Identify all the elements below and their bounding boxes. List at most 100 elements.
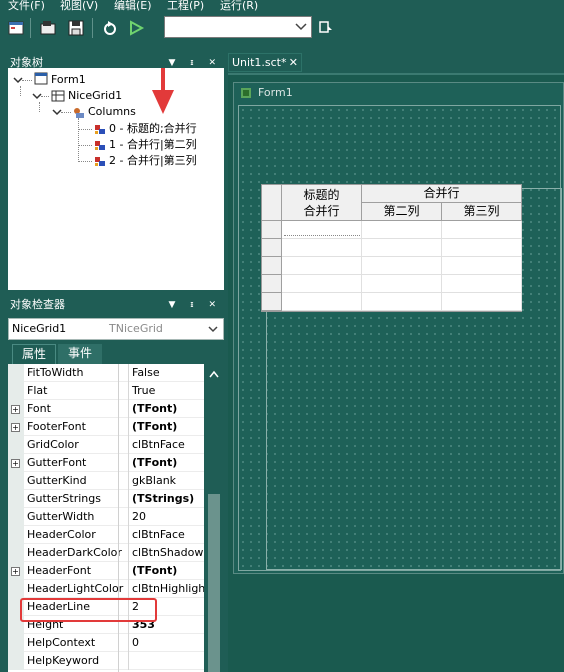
property-value[interactable]: clBtnFace — [128, 526, 204, 544]
grid-cell[interactable] — [362, 221, 442, 239]
grid-cell[interactable] — [362, 275, 442, 293]
property-row[interactable]: Flat True — [8, 382, 204, 400]
grid-cell[interactable] — [442, 257, 522, 275]
property-gutter — [8, 580, 24, 598]
property-value[interactable]: clBtnShadow — [128, 544, 204, 562]
property-name: HeaderLightColor — [27, 582, 124, 595]
grid-cell[interactable] — [442, 221, 522, 239]
save-button[interactable] — [66, 18, 86, 38]
close-icon[interactable]: ✕ — [289, 54, 298, 71]
form-window[interactable]: Form1 — [233, 82, 564, 574]
object-tree[interactable]: Form1 NiceGrid1 Columns 0 - 标题的;合并行 1 - … — [8, 68, 224, 290]
property-value[interactable]: True — [128, 382, 204, 400]
property-value[interactable]: 0 — [128, 634, 204, 652]
grid-header-cell[interactable]: 第三列 — [442, 203, 522, 221]
tree-node-column-1[interactable]: 1 - 合并行|第二列 — [109, 137, 197, 153]
object-inspector-header: 对象检查器 ▼ ᵻ ✕ — [6, 296, 224, 314]
object-inspector-title: 对象检查器 — [10, 298, 65, 311]
column-item-icon — [95, 125, 105, 134]
property-value[interactable] — [128, 652, 204, 670]
tree-node-column-2[interactable]: 2 - 合并行|第三列 — [109, 153, 197, 169]
property-row[interactable]: + FooterFont (TFont) — [8, 418, 204, 436]
property-value[interactable]: (TFont) — [128, 400, 204, 418]
property-row[interactable]: HelpKeyword — [8, 652, 204, 670]
grid-cell[interactable] — [282, 221, 362, 239]
tab-unit1[interactable]: Unit1.sct* ✕ — [228, 53, 302, 72]
grid-header-cell[interactable]: 标题的 合并行 — [282, 185, 362, 221]
property-row[interactable]: HeaderLightColor clBtnHighlight — [8, 580, 204, 598]
property-grid-scrollbar[interactable] — [204, 364, 224, 672]
menu-edit[interactable]: 编辑(E) — [114, 0, 152, 12]
tree-node-nicegrid1[interactable]: NiceGrid1 — [68, 88, 122, 104]
run-button[interactable] — [126, 18, 146, 38]
property-value[interactable]: (TFont) — [128, 418, 204, 436]
menu-project[interactable]: 工程(P) — [167, 0, 204, 12]
grid-cell[interactable] — [282, 239, 362, 257]
menu-run[interactable]: 运行(R) — [220, 0, 258, 12]
scrollbar-thumb[interactable] — [208, 494, 220, 672]
tree-node-column-0[interactable]: 0 - 标题的;合并行 — [109, 121, 197, 137]
property-row[interactable]: GutterStrings (TStrings) — [8, 490, 204, 508]
property-row[interactable]: GutterKind gkBlank — [8, 472, 204, 490]
grid-cell[interactable] — [362, 239, 442, 257]
tab-events[interactable]: 事件 — [58, 344, 102, 364]
tree-node-columns[interactable]: Columns — [88, 104, 136, 120]
property-name: GridColor — [27, 438, 79, 451]
panel-controls[interactable]: ▼ ᵻ ✕ — [168, 296, 222, 314]
grid-header-merged[interactable]: 合并行 — [362, 185, 522, 203]
property-row[interactable]: + GutterFont (TFont) — [8, 454, 204, 472]
component-type: TNiceGrid — [109, 322, 163, 335]
form-icon — [8, 21, 24, 35]
grid-cell[interactable] — [362, 293, 442, 311]
property-value[interactable]: (TFont) — [128, 562, 204, 580]
expand-icon[interactable]: + — [11, 405, 20, 414]
property-value[interactable]: (TStrings) — [128, 490, 204, 508]
open-button[interactable] — [38, 18, 58, 38]
tab-properties[interactable]: 属性 — [12, 344, 56, 364]
property-value[interactable]: (TFont) — [128, 454, 204, 472]
property-value[interactable]: clBtnFace — [128, 436, 204, 454]
toolbar-combo[interactable] — [164, 16, 312, 38]
refresh-icon — [104, 21, 116, 35]
grid-cell[interactable] — [362, 257, 442, 275]
property-grid-divider[interactable] — [118, 364, 119, 672]
property-row[interactable]: FitToWidth False — [8, 364, 204, 382]
grid-cell[interactable] — [442, 293, 522, 311]
property-row[interactable]: GridColor clBtnFace — [8, 436, 204, 454]
grid-header-cell[interactable]: 第二列 — [362, 203, 442, 221]
scroll-up-icon[interactable] — [209, 370, 219, 378]
grid-cell[interactable] — [282, 275, 362, 293]
property-gutter — [8, 490, 24, 508]
property-name: FooterFont — [27, 420, 86, 433]
property-name: HeaderDarkColor — [27, 546, 122, 559]
property-gutter — [8, 652, 24, 670]
property-value[interactable]: clBtnHighlight — [128, 580, 204, 598]
grid-cell[interactable] — [282, 293, 362, 311]
property-gutter — [8, 436, 24, 454]
expand-icon[interactable]: + — [11, 459, 20, 468]
property-value[interactable]: 20 — [128, 508, 204, 526]
property-gutter — [8, 472, 24, 490]
property-row[interactable]: GutterWidth 20 — [8, 508, 204, 526]
grid-cell[interactable] — [442, 275, 522, 293]
property-row[interactable]: + HeaderFont (TFont) — [8, 562, 204, 580]
pin-button[interactable] — [316, 18, 336, 38]
property-row[interactable]: HeaderDarkColor clBtnShadow — [8, 544, 204, 562]
expand-icon[interactable]: + — [11, 567, 20, 576]
new-form-button[interactable] — [6, 18, 26, 38]
form-client-area[interactable] — [238, 105, 562, 571]
tree-node-form1[interactable]: Form1 — [51, 72, 86, 88]
grid-cell[interactable] — [282, 257, 362, 275]
nicegrid-component[interactable]: 标题的 合并行 合并行 第二列 第三列 — [261, 184, 522, 312]
property-row[interactable]: + Font (TFont) — [8, 400, 204, 418]
grid-cell[interactable] — [442, 239, 522, 257]
expand-icon[interactable]: + — [11, 423, 20, 432]
property-value[interactable]: gkBlank — [128, 472, 204, 490]
refresh-button[interactable] — [100, 18, 120, 38]
property-row[interactable]: HelpContext 0 — [8, 634, 204, 652]
property-value[interactable]: False — [128, 364, 204, 382]
property-row[interactable]: HeaderColor clBtnFace — [8, 526, 204, 544]
menu-file[interactable]: 文件(F) — [8, 0, 45, 12]
component-selector[interactable]: NiceGrid1 TNiceGrid — [8, 318, 224, 340]
menu-view[interactable]: 视图(V) — [60, 0, 98, 12]
